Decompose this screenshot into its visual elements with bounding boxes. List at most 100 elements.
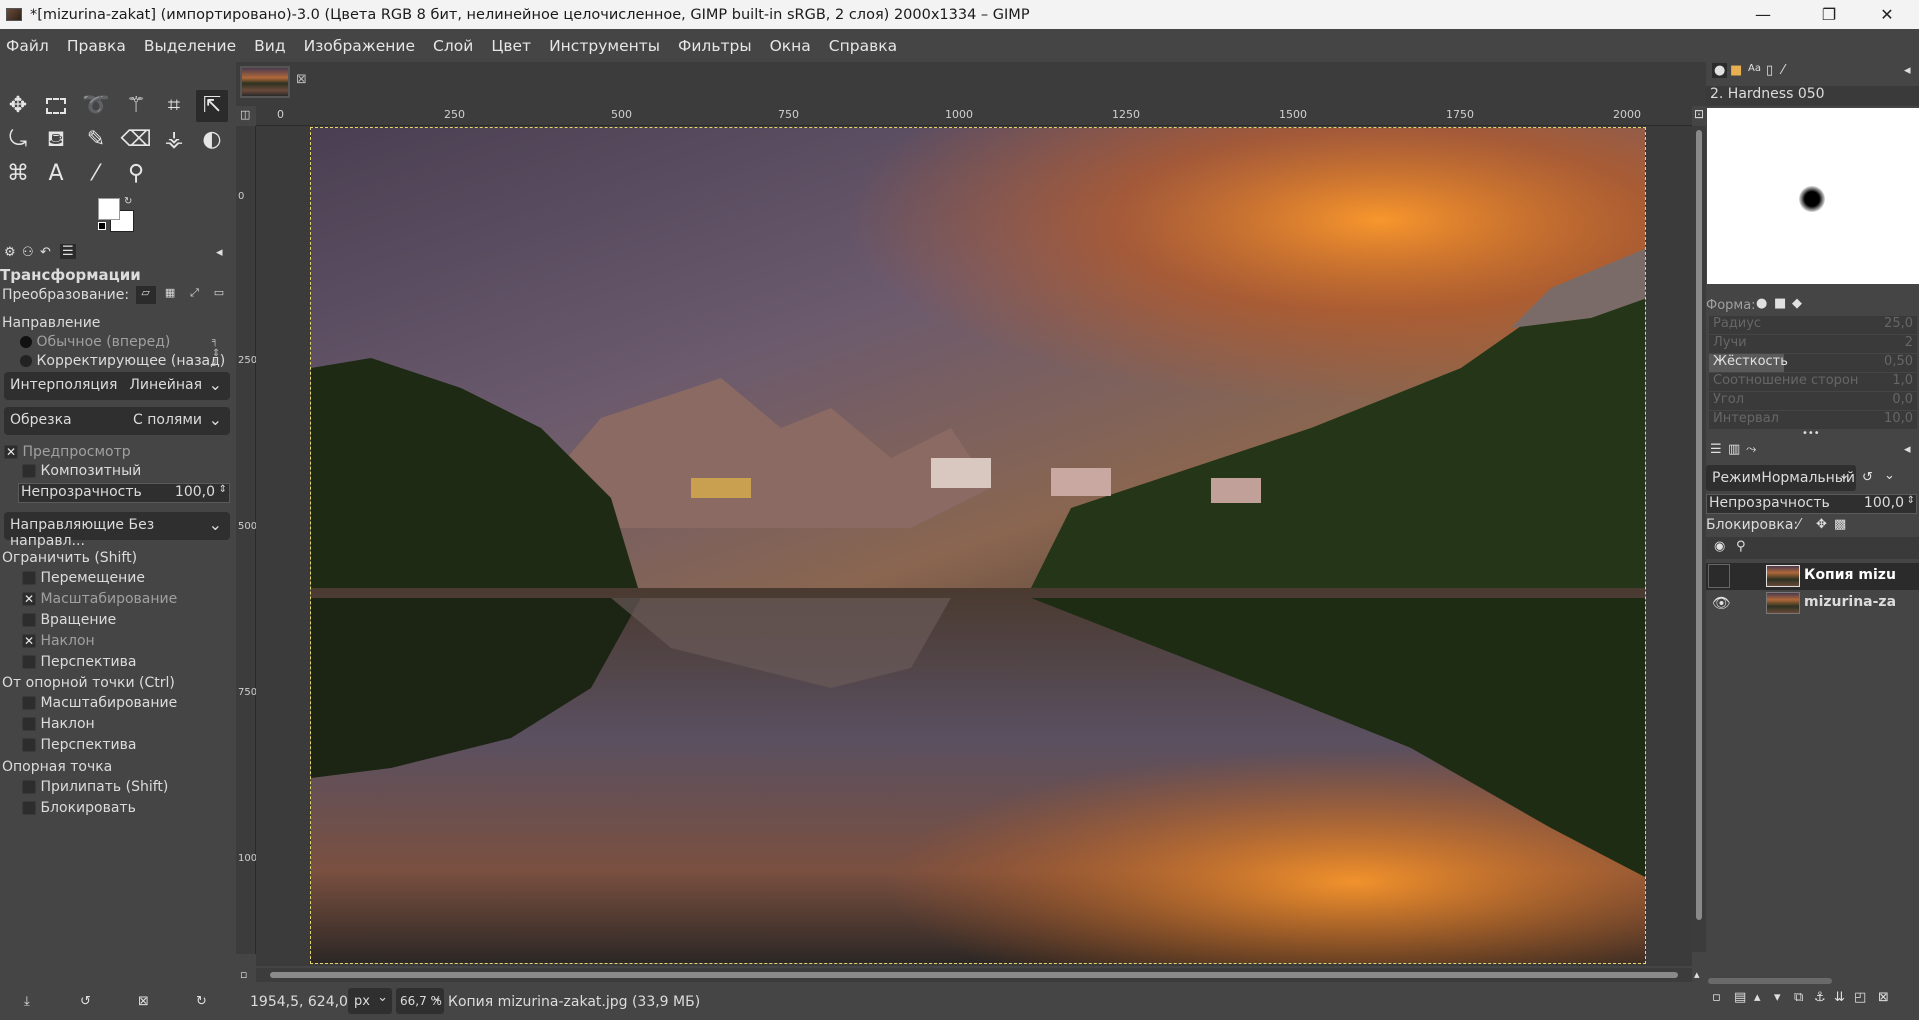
shape-circle-icon[interactable]: ●: [1756, 296, 1767, 311]
mask-icon[interactable]: ◰: [1854, 990, 1866, 1005]
zoom-tool-icon[interactable]: ⚲: [120, 158, 152, 190]
lock-position-icon[interactable]: ✥: [1816, 517, 1827, 532]
spacing-slider[interactable]: Интервал 10,0: [1709, 411, 1917, 429]
menu-help[interactable]: Справка: [829, 37, 897, 55]
new-group-icon[interactable]: ▤: [1734, 990, 1746, 1005]
interpolation-combo[interactable]: Интерполяция Линейная ⌄: [4, 372, 230, 400]
navigate-icon[interactable]: ▴: [1694, 968, 1700, 981]
aspect-slider[interactable]: Соотношение сторон 1,0: [1709, 373, 1917, 391]
angle-slider[interactable]: Угол 0,0: [1709, 392, 1917, 410]
layers-tab-icon[interactable]: ☰: [1710, 442, 1722, 457]
opacity-spin[interactable]: Непрозрачность 100,0 ⇕: [18, 483, 230, 503]
fonts-tab-icon[interactable]: Aa: [1748, 63, 1761, 74]
image-tab-thumbnail[interactable]: [240, 66, 290, 98]
snap-checkbox[interactable]: Прилипать (Shift): [22, 779, 256, 799]
warp-tool-icon[interactable]: ⤿: [2, 124, 34, 156]
radius-slider[interactable]: Радиус 25,0: [1709, 316, 1917, 334]
panel-menu-icon[interactable]: ◂: [216, 245, 223, 260]
close-tab-icon[interactable]: ⊠: [296, 72, 307, 87]
transform-path-icon[interactable]: ⤢: [184, 286, 204, 304]
constrain-shear-checkbox[interactable]: ✕ Наклон: [22, 633, 256, 653]
maximize-button[interactable]: ❐: [1806, 0, 1852, 29]
lasso-tool-icon[interactable]: ➰: [80, 90, 112, 122]
canvas-corner-icon[interactable]: ▫: [240, 968, 247, 981]
paths-tab-icon[interactable]: ⤳: [1746, 442, 1756, 457]
undo-history-tab-icon[interactable]: ↶: [40, 245, 51, 260]
foreground-color-swatch[interactable]: [98, 198, 120, 220]
bucket-fill-tool-icon[interactable]: ⛾: [40, 124, 72, 156]
clipping-combo[interactable]: Обрезка С полями ⌄: [4, 407, 230, 435]
transform-tool-icon[interactable]: ⇱: [196, 90, 228, 122]
layer-mode-combo[interactable]: РежимНормальный ⌄: [1706, 465, 1856, 491]
zoom-select[interactable]: 66,7 % ⌄: [396, 988, 444, 1014]
menu-layer[interactable]: Слой: [433, 37, 473, 55]
layers-panel-menu-icon[interactable]: ◂: [1904, 442, 1911, 457]
delete-layer-icon[interactable]: ⊠: [1878, 990, 1889, 1005]
constrain-perspective-checkbox[interactable]: Перспектива: [22, 654, 256, 674]
new-layer-icon[interactable]: ▫: [1712, 990, 1721, 1005]
close-button[interactable]: ✕: [1864, 0, 1910, 29]
menu-image[interactable]: Изображение: [304, 37, 415, 55]
quickmask-corner-icon[interactable]: ◫: [240, 108, 250, 121]
mode-dropdown-icon[interactable]: ⌄: [1884, 468, 1895, 483]
brush-preview[interactable]: [1707, 108, 1919, 284]
restore-options-icon[interactable]: ↺: [80, 994, 91, 1009]
move-tool-icon[interactable]: ✥: [2, 90, 34, 122]
brush-editor-tab-icon[interactable]: ⁄: [1782, 63, 1784, 78]
tool-options-tab-icon[interactable]: ⚙: [4, 245, 16, 260]
images-tab-icon[interactable]: ☰: [60, 244, 76, 259]
menu-color[interactable]: Цвет: [491, 37, 531, 55]
anchor-layer-icon[interactable]: ⚓: [1814, 990, 1826, 1005]
visibility-toggle-empty[interactable]: [1708, 564, 1730, 588]
menu-file[interactable]: Файл: [6, 37, 49, 55]
smudge-tool-icon[interactable]: ◐: [196, 124, 228, 156]
lower-layer-icon[interactable]: ▾: [1774, 990, 1781, 1005]
patterns-tab-icon[interactable]: ■: [1730, 63, 1742, 78]
lock-alpha-icon[interactable]: ▩: [1834, 517, 1846, 532]
preview-checkbox[interactable]: ✕ Предпросмотр: [4, 444, 238, 464]
save-options-icon[interactable]: ⤓: [24, 994, 30, 1009]
text-tool-icon[interactable]: A: [40, 158, 72, 190]
menu-filters[interactable]: Фильтры: [678, 37, 752, 55]
visibility-eye-icon[interactable]: 👁: [1712, 594, 1731, 612]
eraser-tool-icon[interactable]: ⌫: [120, 124, 152, 156]
pivot-shear-checkbox[interactable]: Наклон: [22, 716, 256, 736]
channels-tab-icon[interactable]: ▥: [1728, 442, 1740, 457]
reset-options-icon[interactable]: ↻: [196, 994, 207, 1009]
composite-checkbox[interactable]: Композитный: [22, 463, 256, 483]
constrain-move-checkbox[interactable]: Перемещение: [22, 570, 256, 590]
pivot-perspective-checkbox[interactable]: Перспектива: [22, 737, 256, 757]
menu-tools[interactable]: Инструменты: [549, 37, 660, 55]
transform-layer-icon[interactable]: ▱: [135, 286, 156, 304]
minimize-button[interactable]: —: [1740, 0, 1786, 29]
duplicate-layer-icon[interactable]: ⧉: [1794, 990, 1803, 1005]
clone-tool-icon[interactable]: ⚶: [158, 124, 190, 156]
menu-select[interactable]: Выделение: [144, 37, 236, 55]
layer-opacity-spin[interactable]: Непрозрачность 100,0 ⇕: [1706, 494, 1917, 514]
menu-edit[interactable]: Правка: [67, 37, 126, 55]
rect-select-tool-icon[interactable]: [40, 90, 72, 122]
documents-tab-icon[interactable]: ▯: [1766, 63, 1773, 78]
zoom-fit-icon[interactable]: ⊡: [1694, 107, 1704, 121]
device-status-tab-icon[interactable]: ⚇: [22, 245, 34, 260]
constrain-scale-checkbox[interactable]: ✕ Масштабирование: [22, 591, 256, 611]
spikes-slider[interactable]: Лучи 2: [1709, 335, 1917, 353]
vertical-scrollbar[interactable]: [1692, 126, 1706, 952]
mode-reset-icon[interactable]: ↺: [1862, 470, 1873, 485]
pivot-scale-checkbox[interactable]: Масштабирование: [22, 695, 256, 715]
raise-layer-icon[interactable]: ▴: [1754, 990, 1761, 1005]
layer-row-copy[interactable]: Копия mizu: [1706, 563, 1919, 590]
chain-icon[interactable]: ╕ ⇕ ╛: [212, 336, 220, 372]
unit-select[interactable]: px ⌄: [348, 988, 392, 1014]
paths-tool-icon[interactable]: ⌘: [2, 158, 34, 190]
default-colors-icon[interactable]: [98, 222, 106, 230]
delete-options-icon[interactable]: ⊠: [138, 994, 149, 1009]
lock-pixels-icon[interactable]: ⁄: [1798, 517, 1800, 532]
menu-view[interactable]: Вид: [254, 37, 285, 55]
image-canvas[interactable]: [310, 127, 1646, 964]
hardness-slider[interactable]: Жёсткость 0,50: [1709, 354, 1917, 372]
transform-selection-icon[interactable]: ▦: [160, 286, 180, 304]
shape-square-icon[interactable]: ■: [1774, 296, 1786, 311]
paintbrush-tool-icon[interactable]: ✎: [80, 124, 112, 156]
guides-combo[interactable]: Направляющие Без направл... ⌄: [4, 512, 230, 549]
